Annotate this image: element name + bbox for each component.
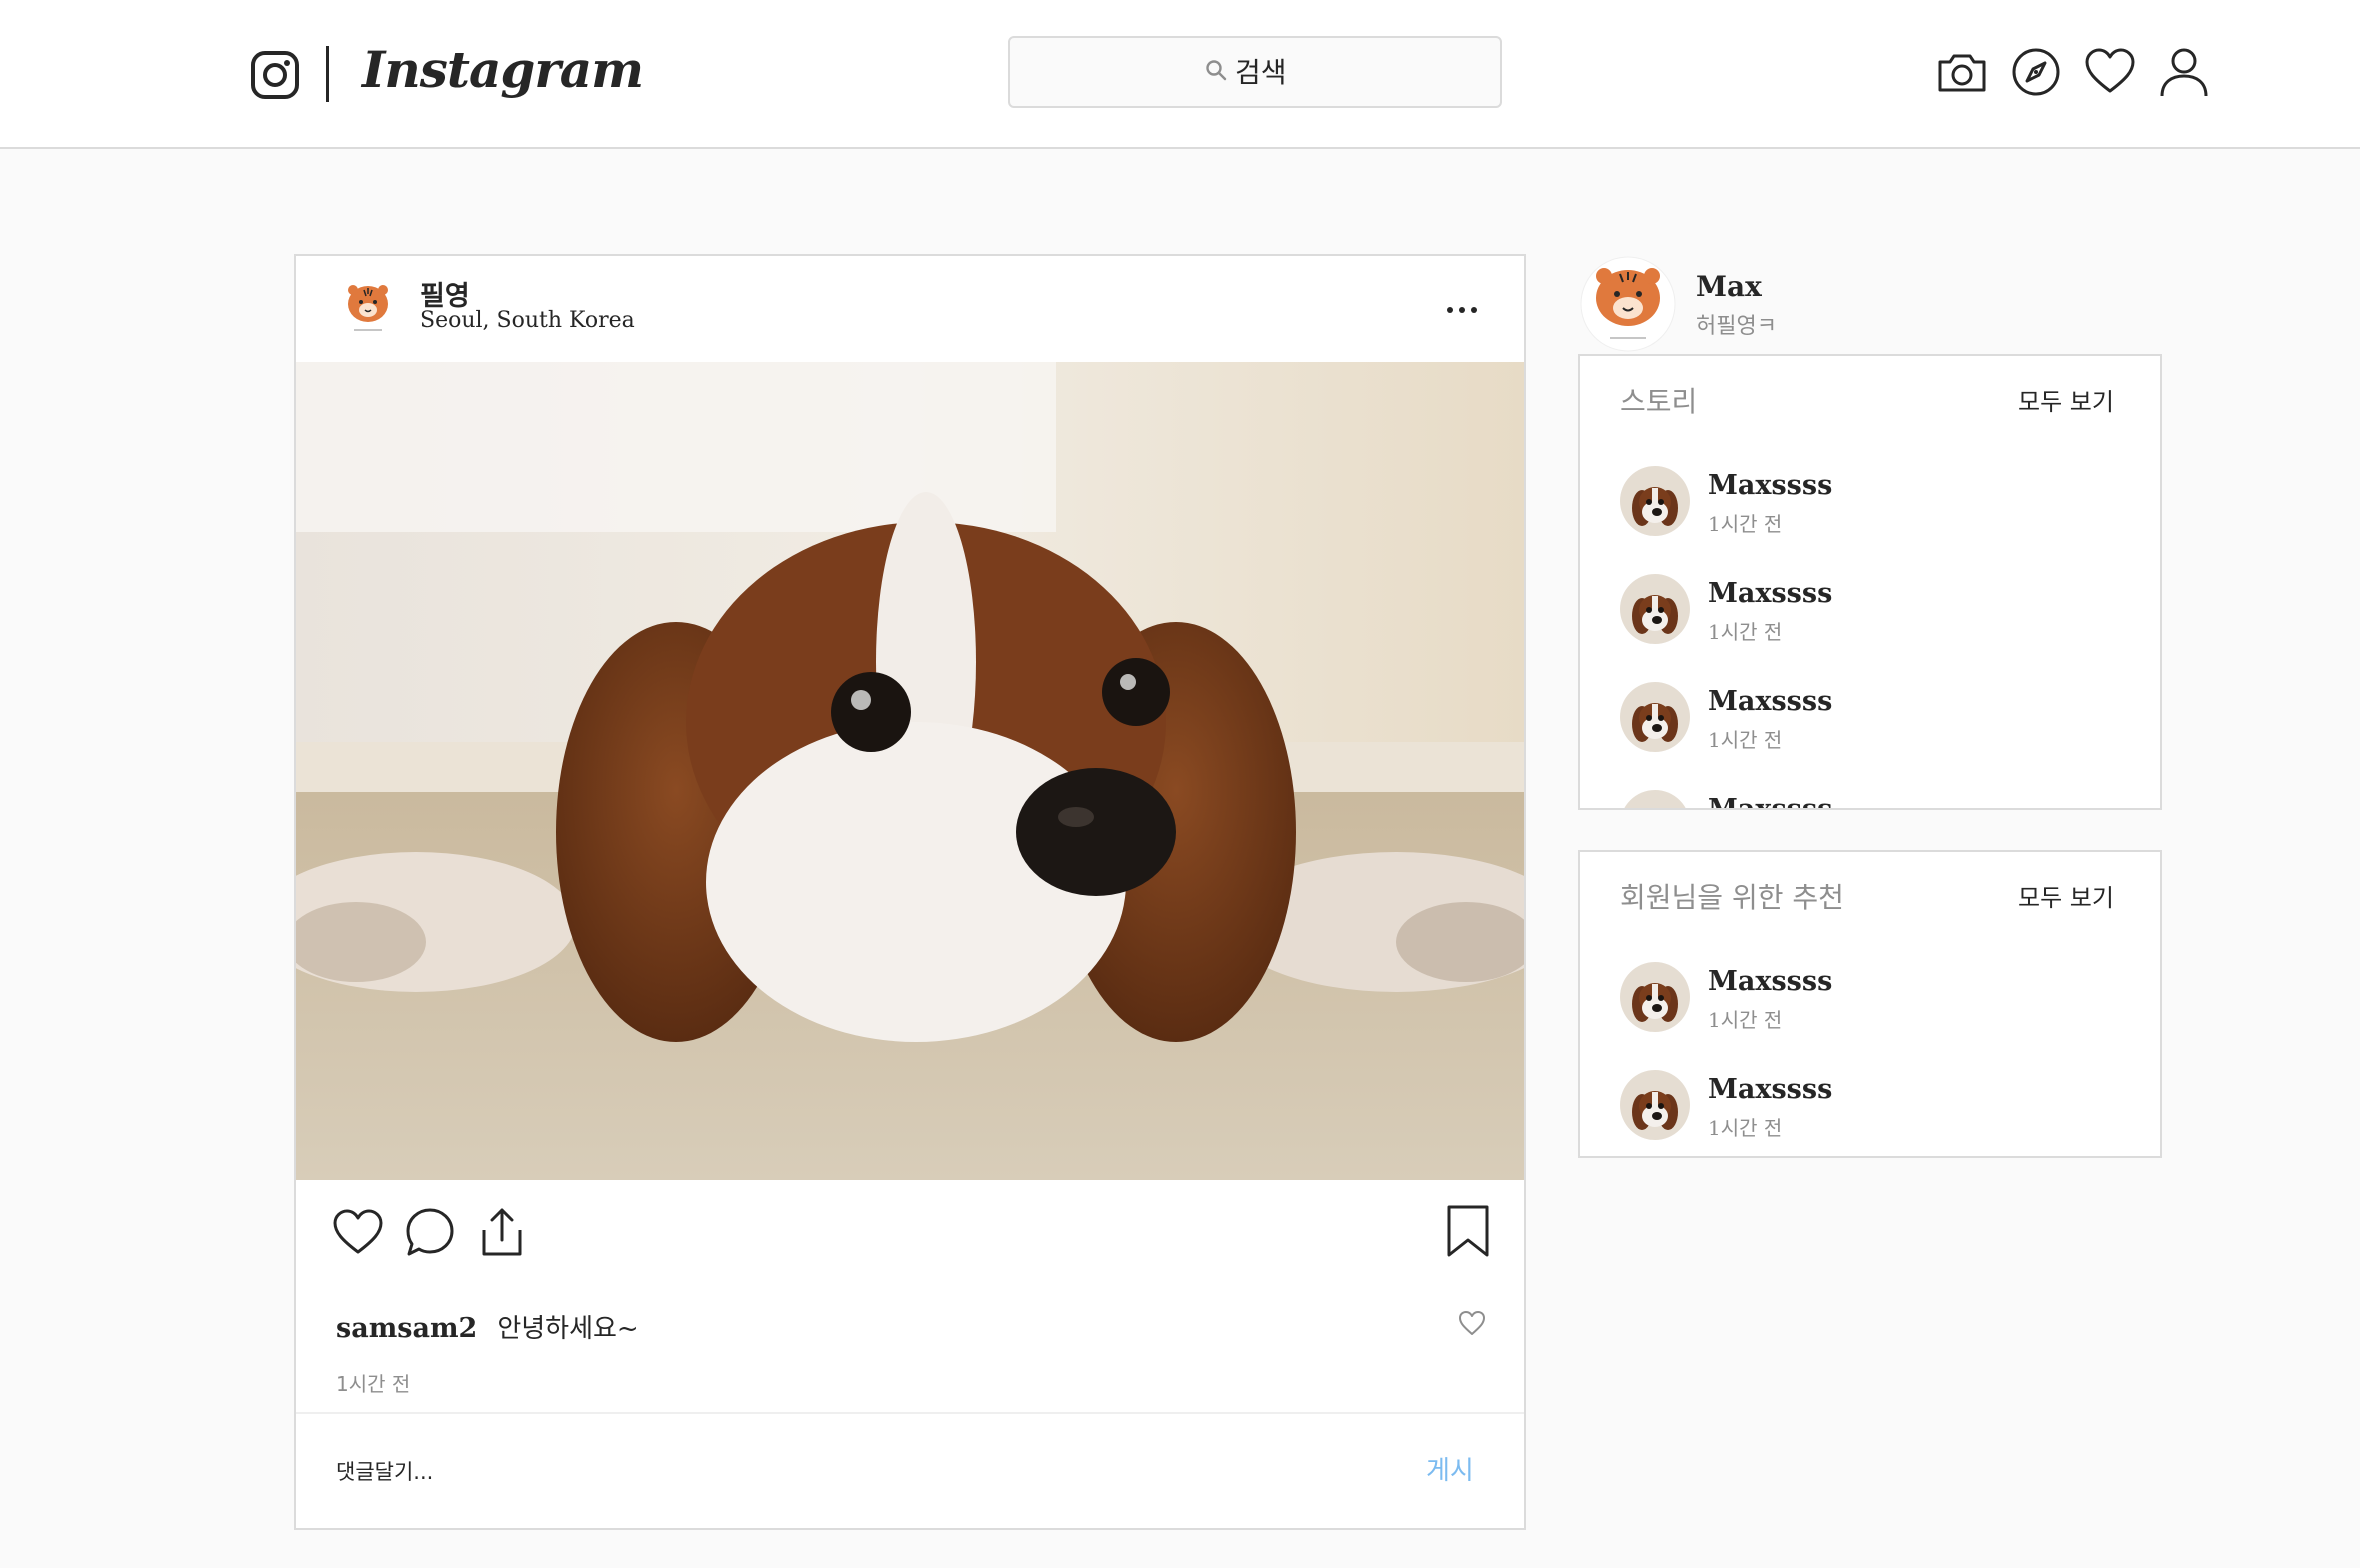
instagram-camera-logo-icon[interactable] — [250, 50, 300, 100]
story-time: 1시간 전 — [1708, 620, 1783, 644]
heart-icon[interactable] — [2084, 44, 2136, 100]
stories-panel: 스토리 모두 보기 Maxssss 1시간 전 Maxssss 1시간 전 Ma… — [1578, 354, 2162, 810]
recommendation-time: 1시간 전 — [1708, 1116, 1783, 1140]
story-item[interactable]: Maxssss 1시간 전 — [1620, 682, 2120, 754]
post-caption: samsam2 안녕하세요~ — [336, 1308, 639, 1345]
comment-bubble-icon[interactable] — [404, 1206, 456, 1258]
nav-icons — [1936, 44, 2210, 100]
recommendation-username: Maxssss — [1708, 966, 1833, 997]
search-icon — [1205, 59, 1227, 85]
story-item[interactable]: Maxssss 1시간 전 — [1620, 466, 2120, 538]
search-input[interactable] — [1235, 55, 1305, 89]
caption-like-heart-icon[interactable] — [1458, 1310, 1486, 1336]
stories-see-all-link[interactable]: 모두 보기 — [2018, 382, 2114, 417]
puppy-avatar-icon — [1620, 574, 1690, 644]
story-username: Maxssss — [1708, 578, 1833, 609]
recommendations-see-all-link[interactable]: 모두 보기 — [2018, 878, 2114, 913]
story-item[interactable]: Maxssss — [1620, 790, 2120, 810]
profile-name[interactable]: Max — [1696, 270, 1762, 303]
story-item[interactable]: Maxssss 1시간 전 — [1620, 574, 2120, 646]
share-icon[interactable] — [476, 1206, 528, 1258]
feed-post-card: 필영 Seoul, South Korea samsam2 안녕하세요~ 1시간… — [294, 254, 1526, 1530]
search-box[interactable] — [1008, 36, 1502, 108]
recommendation-item[interactable]: Maxssss 1시간 전 — [1620, 1070, 2120, 1142]
stories-title: 스토리 — [1620, 385, 1698, 418]
caption-username[interactable]: samsam2 — [336, 1313, 477, 1344]
compass-icon[interactable] — [2010, 44, 2062, 100]
comment-input[interactable] — [336, 1452, 1316, 1492]
story-time: 1시간 전 — [1708, 728, 1783, 752]
post-image-puppy[interactable] — [296, 362, 1524, 1180]
post-header: 필영 Seoul, South Korea — [296, 256, 1524, 362]
post-comment-button[interactable]: 게시 — [1426, 1450, 1474, 1487]
post-actions — [332, 1206, 528, 1258]
instagram-wordmark[interactable]: Instagram — [362, 30, 644, 110]
post-timestamp: 1시간 전 — [336, 1372, 411, 1396]
story-username: Maxssss — [1708, 470, 1833, 501]
recommendation-item[interactable]: Maxssss 1시간 전 — [1620, 962, 2120, 1034]
tiger-avatar-icon[interactable] — [1580, 256, 1676, 352]
caption-text: 안녕하세요~ — [497, 1314, 639, 1344]
post-location[interactable]: Seoul, South Korea — [420, 308, 635, 333]
tiger-avatar-icon[interactable] — [344, 280, 392, 336]
top-nav-bar: Instagram — [0, 0, 2360, 149]
like-heart-icon[interactable] — [332, 1206, 384, 1258]
puppy-avatar-icon — [1620, 466, 1690, 536]
more-dot — [1459, 307, 1465, 313]
logo-divider — [326, 46, 329, 102]
more-options-button[interactable] — [1442, 292, 1482, 328]
puppy-avatar-icon — [1620, 790, 1690, 808]
puppy-avatar-icon — [1620, 962, 1690, 1032]
comment-bar: 게시 — [296, 1412, 1524, 1530]
camera-icon[interactable] — [1936, 44, 1988, 100]
story-time: 1시간 전 — [1708, 512, 1783, 536]
more-dot — [1447, 307, 1453, 313]
bookmark-icon[interactable] — [1446, 1204, 1490, 1258]
recommendation-time: 1시간 전 — [1708, 1008, 1783, 1032]
profile-icon[interactable] — [2158, 44, 2210, 100]
story-username: Maxssss — [1708, 686, 1833, 717]
recommendations-panel: 회원님을 위한 추천 모두 보기 Maxssss 1시간 전 Maxssss 1… — [1578, 850, 2162, 1158]
profile-subtitle: 허필영ㅋ — [1696, 314, 1777, 339]
recommendations-title: 회원님을 위한 추천 — [1620, 881, 1844, 914]
more-dot — [1471, 307, 1477, 313]
puppy-avatar-icon — [1620, 1070, 1690, 1140]
puppy-avatar-icon — [1620, 682, 1690, 752]
recommendation-username: Maxssss — [1708, 1074, 1833, 1105]
story-username: Maxssss — [1708, 794, 1833, 810]
